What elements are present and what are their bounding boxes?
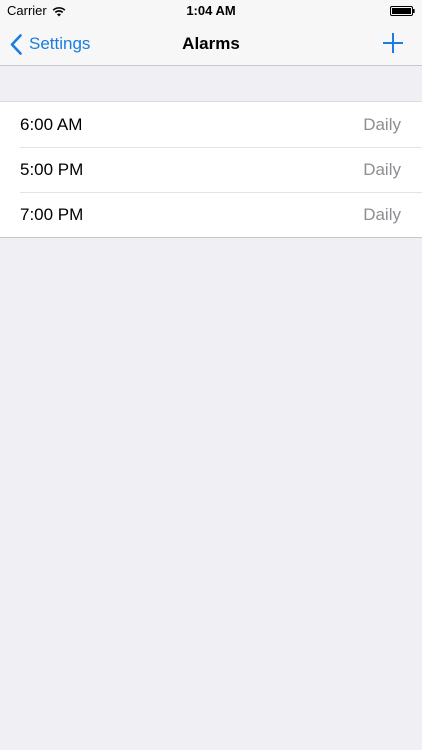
chevron-left-icon — [10, 33, 22, 55]
alarm-row[interactable]: 6:00 AM Daily — [0, 102, 422, 147]
status-time: 1:04 AM — [186, 3, 236, 18]
alarm-list: 6:00 AM Daily 5:00 PM Daily 7:00 PM Dail… — [0, 101, 422, 238]
back-button[interactable]: Settings — [10, 22, 90, 66]
status-bar: Carrier 1:04 AM — [0, 0, 422, 22]
alarm-repeat: Daily — [363, 159, 401, 179]
alarm-repeat: Daily — [363, 204, 401, 224]
alarm-repeat: Daily — [363, 114, 401, 134]
alarm-row[interactable]: 5:00 PM Daily — [0, 147, 422, 192]
battery-icon — [390, 6, 415, 16]
alarm-time: 5:00 PM — [20, 159, 84, 179]
add-alarm-button[interactable] — [382, 32, 404, 54]
alarm-time: 6:00 AM — [20, 114, 83, 134]
back-button-label: Settings — [29, 34, 91, 53]
alarm-time: 7:00 PM — [20, 204, 84, 224]
plus-icon — [383, 33, 403, 53]
navigation-bar: Settings Alarms — [0, 22, 422, 66]
alarm-row[interactable]: 7:00 PM Daily — [0, 192, 422, 237]
